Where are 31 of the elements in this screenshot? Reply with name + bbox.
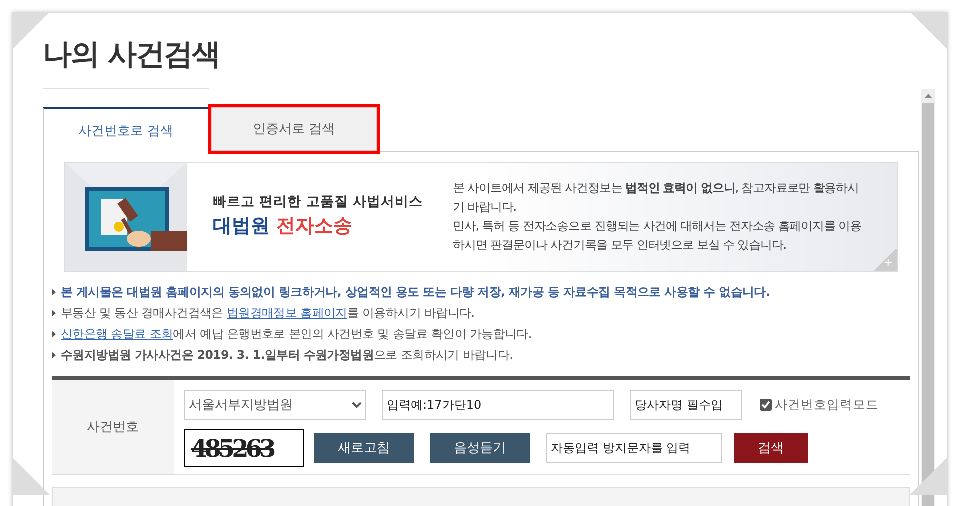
bullet-icon [52, 352, 56, 359]
brand-name: 대법원 [213, 215, 270, 237]
captcha-image: 485263 [184, 429, 304, 467]
search-button[interactable]: 검색 [734, 433, 808, 463]
tab[interactable]: 인증서로 검색 [211, 107, 377, 151]
notice-text: 본 게시물은 대법원 홈페이지의 동의없이 링크하거나, 상업적인 용도 또는 다량 저장, 재가공 등 자료수집 목적으로 사용할 수 없습니다. [61, 284, 770, 300]
checkbox[interactable] [760, 399, 772, 411]
notice-text: 수원지방법원 가사사건은 2019. 3. 1.일부터 수원가정법원으로 조회하시기 바랍니다. [61, 348, 514, 364]
bullet-icon [52, 310, 56, 317]
notice-link[interactable]: 법원경매정보 홈페이지 [226, 306, 348, 320]
notice-text: 신한은행 송달료 조회에서 예납 은행번호로 본인의 사건번호 및 송달료 확인이 가능합니다. [61, 326, 532, 342]
bullet-icon [52, 331, 56, 338]
banner-tagline: 빠르고 편리한 고품질 사법서비스 [213, 193, 424, 211]
checkbox-label: 사건번호입력모드 [775, 396, 879, 414]
banner-text: 본 사이트에서 제공된 사건정보는 법적인 효력이 없으니, 참고자료로만 활용하시기 바랍니다. [453, 180, 860, 216]
scroll-up-icon[interactable] [924, 94, 932, 98]
tab[interactable]: 사건번호로 검색 [43, 107, 209, 152]
scrollbar[interactable] [921, 89, 935, 506]
field-label: 사건번호 [52, 380, 174, 474]
audio-button[interactable]: 음성듣기 [430, 433, 530, 463]
brand-name-accent: 전자소송 [276, 215, 353, 237]
court-select[interactable]: 서울서부지방법원 [184, 390, 366, 420]
case-number-field[interactable]: 입력예:17가단10 [382, 390, 614, 420]
party-name-field[interactable]: 당사자명 필수입 [630, 390, 742, 420]
notice-text: 부동산 및 동산 경매사건검색은 법원경매정보 홈페이지를 이용하시기 바랍니다. [61, 306, 475, 322]
refresh-button[interactable]: 새로고침 [314, 433, 414, 463]
page-title: 나의 사건검색 [43, 36, 222, 73]
bullet-icon [52, 289, 56, 296]
captcha-field[interactable]: 자동입력 방지문자를 입력 [546, 433, 722, 463]
notice-link[interactable]: 신한은행 송달료 조회 [61, 326, 174, 340]
banner-text: 민사, 특허 등 전자소송으로 진행되는 사건에 대해서는 전자소송 홈페이지를 이용하시면 판결문이나 사건기록을 모두 인터넷으로 보실 수 있습니다. [453, 218, 862, 254]
